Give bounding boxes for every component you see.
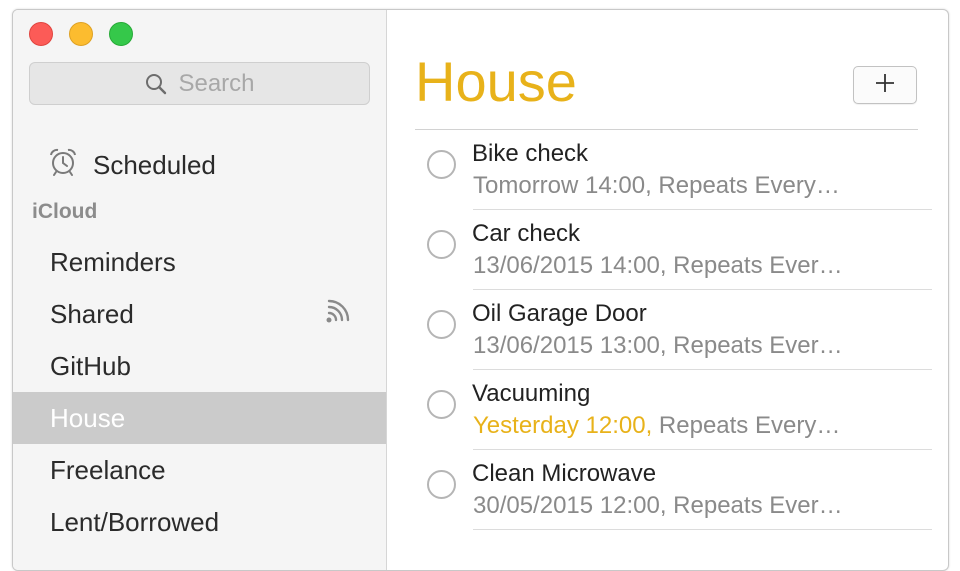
search-placeholder: Search bbox=[178, 69, 255, 97]
sidebar-item-house[interactable]: House bbox=[13, 392, 386, 444]
reminder-repeat: Repeats Ever… bbox=[666, 492, 843, 519]
reminder-lists: Reminders Shared GitHub House Freelance … bbox=[13, 236, 386, 548]
list-label: Freelance bbox=[50, 454, 166, 485]
complete-checkbox[interactable] bbox=[427, 310, 456, 339]
list-label: Reminders bbox=[50, 246, 176, 277]
reminder-row[interactable]: Clean Microwave 30/05/2015 12:00, Repeat… bbox=[387, 450, 948, 530]
reminder-repeat: Repeats Ever… bbox=[666, 332, 843, 359]
list-label: GitHub bbox=[50, 350, 131, 381]
complete-checkbox[interactable] bbox=[427, 390, 456, 419]
sidebar-item-scheduled[interactable]: Scheduled bbox=[47, 146, 216, 185]
sidebar-item-reminders[interactable]: Reminders bbox=[13, 236, 386, 288]
reminder-repeat: Repeats Every… bbox=[651, 172, 840, 199]
sidebar-item-freelance[interactable]: Freelance bbox=[13, 444, 386, 496]
window-controls bbox=[29, 22, 133, 46]
reminder-date: 13/06/2015 13:00, bbox=[473, 332, 667, 359]
reminders-window: Search Scheduled iCloud Reminders Shared… bbox=[12, 9, 949, 571]
list-label: Shared bbox=[50, 298, 134, 329]
alarm-clock-icon bbox=[47, 146, 79, 185]
list-title: House bbox=[415, 50, 577, 113]
reminder-title[interactable]: Clean Microwave bbox=[472, 460, 656, 488]
reminder-date: 30/05/2015 12:00, bbox=[473, 492, 667, 519]
zoom-button[interactable] bbox=[109, 22, 133, 46]
reminder-detail: 13/06/2015 14:00, Repeats Ever… bbox=[473, 252, 843, 280]
reminder-title[interactable]: Car check bbox=[472, 220, 580, 248]
reminder-detail: Tomorrow 14:00, Repeats Every… bbox=[473, 172, 840, 200]
reminder-date-overdue: Yesterday 12:00, bbox=[473, 412, 653, 439]
complete-checkbox[interactable] bbox=[427, 150, 456, 179]
reminder-title[interactable]: Oil Garage Door bbox=[472, 300, 647, 328]
minimize-button[interactable] bbox=[69, 22, 93, 46]
add-reminder-button[interactable] bbox=[853, 66, 917, 104]
icloud-section-header: iCloud bbox=[32, 200, 98, 223]
reminder-date: Tomorrow 14:00, bbox=[473, 172, 652, 199]
reminder-title[interactable]: Bike check bbox=[472, 140, 588, 168]
shared-broadcast-icon bbox=[324, 297, 358, 332]
reminder-list: Bike check Tomorrow 14:00, Repeats Every… bbox=[387, 130, 948, 530]
list-label: Lent/Borrowed bbox=[50, 506, 220, 537]
row-divider bbox=[473, 529, 932, 530]
reminder-repeat: Repeats Ever… bbox=[666, 252, 843, 279]
reminder-row[interactable]: Oil Garage Door 13/06/2015 13:00, Repeat… bbox=[387, 290, 948, 370]
plus-icon bbox=[874, 72, 896, 99]
reminder-row[interactable]: Vacuuming Yesterday 12:00, Repeats Every… bbox=[387, 370, 948, 450]
reminder-row[interactable]: Car check 13/06/2015 14:00, Repeats Ever… bbox=[387, 210, 948, 290]
search-field[interactable]: Search bbox=[29, 62, 370, 105]
list-label: House bbox=[50, 402, 126, 433]
sidebar-item-lent-borrowed[interactable]: Lent/Borrowed bbox=[13, 496, 386, 548]
main-pane: House Bike check Tomorrow 14:00, Repeats… bbox=[387, 10, 948, 570]
reminder-detail: 13/06/2015 13:00, Repeats Ever… bbox=[473, 332, 843, 360]
sidebar-item-shared[interactable]: Shared bbox=[13, 288, 386, 340]
reminder-detail: Yesterday 12:00, Repeats Every… bbox=[473, 412, 840, 440]
search-icon bbox=[144, 72, 168, 96]
complete-checkbox[interactable] bbox=[427, 470, 456, 499]
reminder-detail: 30/05/2015 12:00, Repeats Ever… bbox=[473, 492, 843, 520]
sidebar-item-github[interactable]: GitHub bbox=[13, 340, 386, 392]
reminder-title[interactable]: Vacuuming bbox=[472, 380, 590, 408]
reminder-row[interactable]: Bike check Tomorrow 14:00, Repeats Every… bbox=[387, 130, 948, 210]
sidebar: Search Scheduled iCloud Reminders Shared… bbox=[13, 10, 387, 570]
reminder-date: 13/06/2015 14:00, bbox=[473, 252, 667, 279]
complete-checkbox[interactable] bbox=[427, 230, 456, 259]
reminder-repeat: Repeats Every… bbox=[652, 412, 841, 439]
scheduled-label: Scheduled bbox=[93, 150, 216, 180]
close-button[interactable] bbox=[29, 22, 53, 46]
